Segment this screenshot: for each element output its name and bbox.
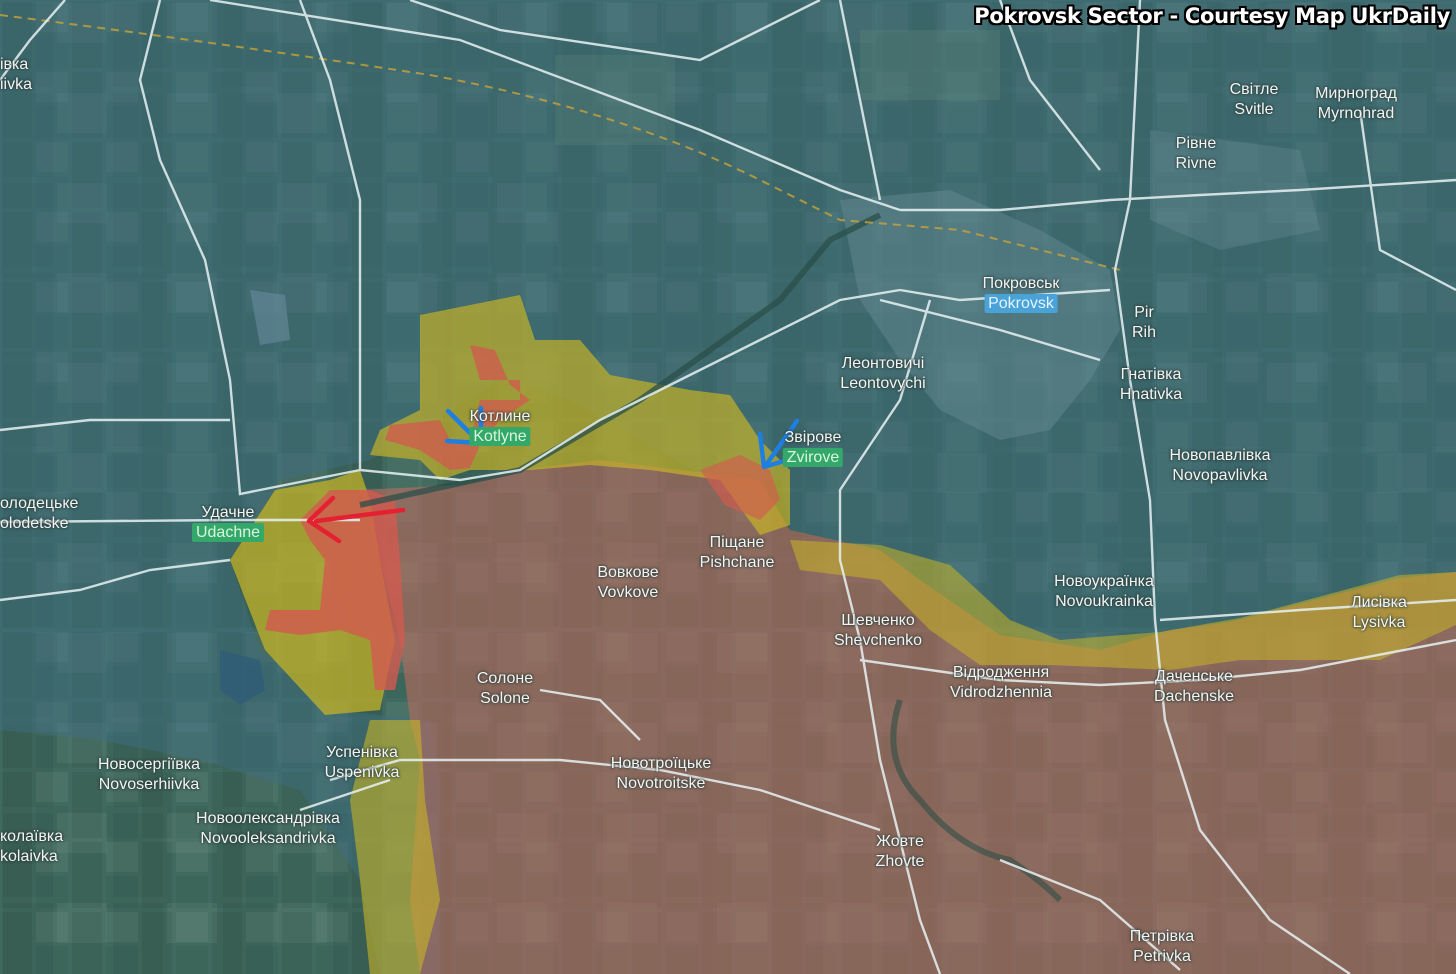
place-label-rih[interactable]: Pir Rih xyxy=(1132,303,1156,343)
place-label-myrnohrad[interactable]: Мирноград Myrnohrad xyxy=(1315,84,1397,124)
place-label-zhovte[interactable]: Жовте Zhovte xyxy=(876,832,925,872)
place-name-latin: Novoukrainka xyxy=(1055,593,1153,610)
place-name-cyrillic: Рівне xyxy=(1175,135,1217,152)
place-name-cyrillic: Новопавлівка xyxy=(1169,447,1271,464)
place-label-novoserhiivka[interactable]: Новосергіївка Novoserhiivka xyxy=(98,755,200,795)
place-label-hnativka[interactable]: Гнатівка Hnativka xyxy=(1120,365,1182,405)
place-name-cyrillic: колаївка xyxy=(0,828,64,845)
place-label-shevchenko[interactable]: Шевченко Shevchenko xyxy=(834,611,922,651)
place-name-cyrillic: Новоукраїнка xyxy=(1054,573,1154,590)
place-name-cyrillic: Новоолександрівка xyxy=(196,810,340,827)
place-name-latin: Rivne xyxy=(1175,155,1217,172)
place-name-latin: Zvirove xyxy=(782,448,844,467)
place-name-cyrillic: Успенівка xyxy=(326,744,398,761)
place-name-latin: Novoserhiivka xyxy=(98,776,200,793)
place-name-cyrillic: Леонтовичі xyxy=(841,355,925,372)
place-name-latin: Novopavlivka xyxy=(1172,467,1268,484)
place-name-latin: Lysivka xyxy=(1352,614,1406,631)
place-name-latin: Uspenivka xyxy=(324,764,400,781)
place-label-svitle[interactable]: Світле Svitle xyxy=(1230,80,1279,120)
place-name-latin: Solone xyxy=(480,690,530,707)
place-name-latin: Zhovte xyxy=(875,853,925,870)
place-label-vidrodzhennia[interactable]: Відродження Vidrodzhennia xyxy=(950,663,1052,703)
place-label-zvirove[interactable]: Звірове Zvirove xyxy=(782,428,844,468)
place-label-udachne[interactable]: Удачне Udachne xyxy=(191,503,265,543)
place-label-dachenske[interactable]: Даченське Dachenske xyxy=(1154,667,1234,707)
place-label-novopavlivka[interactable]: Новопавлівка Novopavlivka xyxy=(1169,446,1270,486)
place-name-latin: kolaivka xyxy=(0,848,58,865)
place-label-partial-iivka[interactable]: івка iivka xyxy=(0,55,32,95)
place-name-cyrillic: івка xyxy=(0,56,29,73)
place-name-cyrillic: Pir xyxy=(1134,304,1154,321)
place-name-latin: Rih xyxy=(1131,324,1157,341)
place-name-latin: Shevchenko xyxy=(833,632,923,649)
place-label-partial-kolaivka[interactable]: колаївка kolaivka xyxy=(0,827,63,867)
place-name-cyrillic: Новотроїцьке xyxy=(610,755,712,772)
place-name-cyrillic: олодецьке xyxy=(0,495,79,512)
place-label-partial-olodetske[interactable]: олодецьке olodetske xyxy=(0,494,78,534)
place-label-lysivka[interactable]: Лисівка Lysivka xyxy=(1351,593,1407,633)
place-name-latin: Novooleksandrivka xyxy=(200,830,336,847)
place-name-cyrillic: Новосергіївка xyxy=(97,756,201,773)
place-name-cyrillic: Світле xyxy=(1229,81,1279,98)
place-name-latin: Leontovychi xyxy=(840,375,926,392)
map-title: Pokrovsk Sector - Courtesy Map UkrDaily xyxy=(974,4,1450,28)
place-name-cyrillic: Мирноград xyxy=(1315,85,1397,102)
place-name-latin: Myrnohrad xyxy=(1317,105,1395,122)
place-name-cyrillic: Покровськ xyxy=(982,275,1060,292)
place-name-cyrillic: Даченське xyxy=(1155,668,1233,685)
place-label-solone[interactable]: Солоне Solone xyxy=(477,669,533,709)
place-name-cyrillic: Солоне xyxy=(476,670,534,687)
place-name-latin: Novotroitske xyxy=(616,775,706,792)
place-name-cyrillic: Котлине xyxy=(469,408,531,425)
place-name-latin: olodetske xyxy=(0,515,69,532)
place-name-latin: Kotlyne xyxy=(469,427,531,446)
place-name-cyrillic: Звірове xyxy=(784,429,842,446)
place-name-latin: Petrivka xyxy=(1133,948,1191,965)
place-name-latin: Vovkove xyxy=(597,584,659,601)
place-name-latin: Svitle xyxy=(1234,101,1274,118)
place-label-uspenivka[interactable]: Успенівка Uspenivka xyxy=(325,743,400,783)
place-label-rivne[interactable]: Рівне Rivne xyxy=(1176,134,1217,174)
place-name-cyrillic: Піщане xyxy=(709,534,765,551)
place-name-cyrillic: Жовте xyxy=(876,833,924,850)
place-label-novotroitske[interactable]: Новотроїцьке Novotroitske xyxy=(611,754,711,794)
place-name-latin: Vidrodzhennia xyxy=(949,684,1053,701)
place-name-latin: Dachenske xyxy=(1153,688,1235,705)
map-viewport[interactable]: Світле Svitle Мирноград Myrnohrad Рівне … xyxy=(0,0,1456,974)
place-label-novoukrainka[interactable]: Новоукраїнка Novoukrainka xyxy=(1054,572,1154,612)
place-name-cyrillic: Удачне xyxy=(201,504,255,521)
place-name-latin: Pishchane xyxy=(699,554,775,571)
place-name-cyrillic: Петрівка xyxy=(1129,928,1195,945)
place-name-latin: iivka xyxy=(0,76,33,93)
place-label-petrivka[interactable]: Петрівка Petrivka xyxy=(1130,927,1194,967)
place-label-novooleksandrivka[interactable]: Новоолександрівка Novooleksandrivka xyxy=(196,809,340,849)
place-label-vovkove[interactable]: Вовкове Vovkove xyxy=(597,563,658,603)
place-name-cyrillic: Лисівка xyxy=(1351,594,1407,611)
place-label-pokrovsk[interactable]: Покровськ Pokrovsk xyxy=(982,274,1060,314)
place-name-cyrillic: Гнатівка xyxy=(1120,366,1182,383)
place-label-pishchane[interactable]: Піщане Pishchane xyxy=(700,533,775,573)
place-name-cyrillic: Вовкове xyxy=(597,564,659,581)
place-name-cyrillic: Шевченко xyxy=(841,612,915,629)
place-name-latin: Hnativka xyxy=(1119,386,1183,403)
place-name-latin: Pokrovsk xyxy=(984,294,1058,313)
place-name-latin: Udachne xyxy=(191,523,265,542)
place-label-leontovychi[interactable]: Леонтовичі Leontovychi xyxy=(840,354,925,394)
place-name-cyrillic: Відродження xyxy=(952,664,1050,681)
place-label-kotlyne[interactable]: Котлине Kotlyne xyxy=(469,407,531,447)
